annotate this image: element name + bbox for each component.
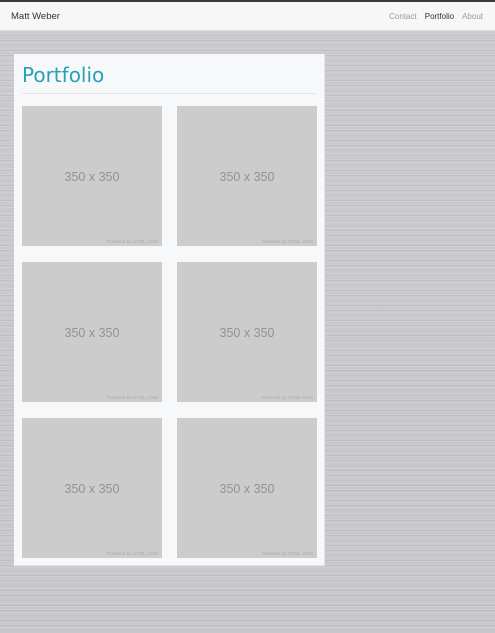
nav-links: Contact Portfolio About <box>389 12 483 21</box>
nav-link-contact[interactable]: Contact <box>389 12 417 21</box>
portfolio-thumbnail[interactable]: 350 x 350 Powered by HTML.COM <box>22 106 162 246</box>
thumbnail-credit: Powered by HTML.COM <box>262 551 313 556</box>
thumbnail-size-label: 350 x 350 <box>219 326 275 340</box>
thumbnail-size-label: 350 x 350 <box>64 326 120 340</box>
thumbnail-credit: Powered by HTML.COM <box>262 239 313 244</box>
nav-link-about[interactable]: About <box>462 12 483 21</box>
brand-link[interactable]: Matt Weber <box>11 11 60 22</box>
portfolio-thumbnail[interactable]: 350 x 350 Powered by HTML.COM <box>177 262 317 402</box>
portfolio-thumbnail[interactable]: 350 x 350 Powered by HTML.COM <box>177 418 317 558</box>
thumbnail-credit: Powered by HTML.COM <box>107 239 158 244</box>
title-divider <box>22 93 316 94</box>
portfolio-thumbnail[interactable]: 350 x 350 Powered by HTML.COM <box>22 418 162 558</box>
portfolio-panel: Portfolio 350 x 350 Powered by HTML.COM … <box>14 54 325 566</box>
thumbnail-credit: Powered by HTML.COM <box>107 395 158 400</box>
thumbnail-size-label: 350 x 350 <box>64 170 120 184</box>
portfolio-thumbnail[interactable]: 350 x 350 Powered by HTML.COM <box>22 262 162 402</box>
thumbnail-credit: Powered by HTML.COM <box>107 551 158 556</box>
nav-link-portfolio[interactable]: Portfolio <box>425 12 454 21</box>
top-navbar: Matt Weber Contact Portfolio About <box>0 2 495 31</box>
thumbnail-credit: Powered by HTML.COM <box>262 395 313 400</box>
thumbnail-size-label: 350 x 350 <box>219 170 275 184</box>
portfolio-thumbnail[interactable]: 350 x 350 Powered by HTML.COM <box>177 106 317 246</box>
thumbnail-size-label: 350 x 350 <box>64 482 120 496</box>
thumbnail-size-label: 350 x 350 <box>219 482 275 496</box>
page-title: Portfolio <box>22 63 105 87</box>
